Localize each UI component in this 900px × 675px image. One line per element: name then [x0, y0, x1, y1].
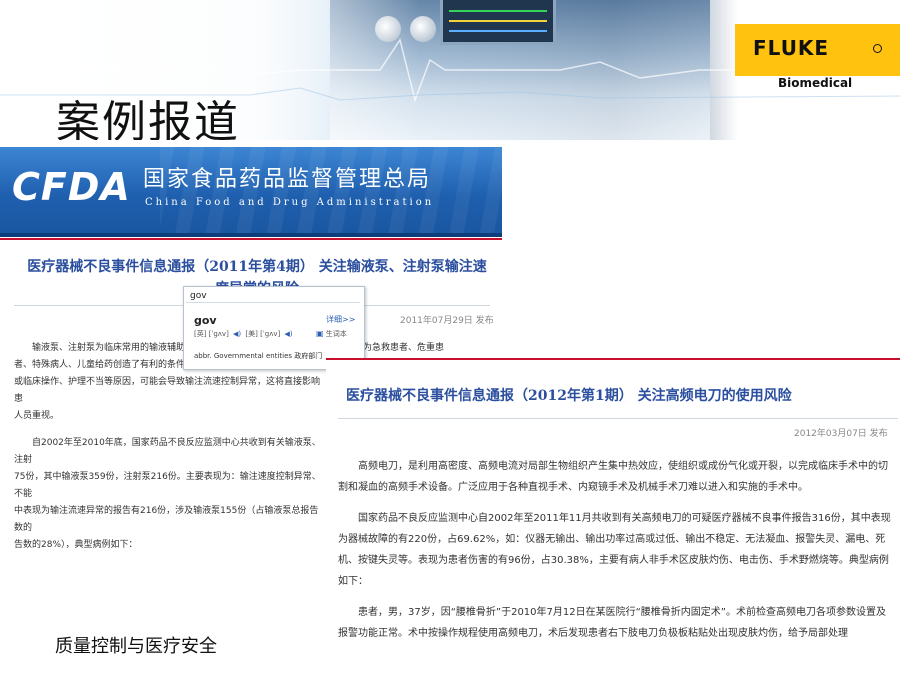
dictionary-search-input[interactable]: gov: [186, 289, 360, 303]
article2-divider: [338, 418, 898, 419]
phonetic-uk: [英] [ˈgʌv]: [194, 330, 229, 338]
article1-body: 输液泵、注射泵为临床常用的输液辅助设备 者、特殊病人、儿童给药创造了有利的条件，…: [14, 340, 326, 554]
article1-line: 人员重视。: [14, 411, 60, 421]
article1-line: 或临床操作、护理不当等原因，可能会导致输注流速控制异常，这将直接影响患: [14, 377, 321, 404]
dictionary-phonetics: [英] [ˈgʌv] ◀) [美] [ˈgʌv] ◀): [194, 329, 295, 339]
article2-paragraph: 高频电刀，是利用高密度、高频电流对局部生物组织产生集中热效应，使组织或成份气化或…: [338, 461, 888, 493]
article1-line: 自2002年至2010年底，国家药品不良反应监测中心共收到有关输液泵、注射: [14, 438, 321, 465]
red-divider: [0, 238, 502, 240]
article1-line: 75份，其中输液泵359份，注射泵216份。主要表现为：输注速度控制异常、不能: [14, 472, 321, 499]
logo-wordmark: FLUKE: [753, 36, 830, 60]
slide-title: 案例报道: [56, 97, 240, 140]
cfda-logo: CFDA: [12, 165, 131, 209]
article1-line: 中表现为输注流速异常的报告有216份，涉及输液泵155份（占输液泵总报告数的: [14, 506, 319, 533]
cfda-name-en: China Food and Drug Administration: [145, 197, 435, 208]
cfda-name-cn: 国家食品药品监督管理总局: [143, 167, 432, 192]
dictionary-headword: gov: [194, 314, 217, 327]
speaker-icon[interactable]: ◀): [284, 330, 292, 338]
article2-paragraph: 患者，男，37岁，因“腰椎骨折”于2010年7月12日在某医院行“腰椎骨折内固定…: [338, 607, 886, 639]
cfda-banner: CFDA 国家食品药品监督管理总局 China Food and Drug Ad…: [0, 147, 502, 237]
wordbook-button[interactable]: ▣ 生词本: [316, 329, 347, 339]
dictionary-more-link[interactable]: 详细>>: [326, 314, 355, 325]
article2-headline[interactable]: 医疗器械不良事件信息通报（2012年第1期） 关注高频电刀的使用风险: [346, 385, 900, 405]
wordbook-icon: ▣: [316, 329, 324, 338]
article2-date: 2012年03月07日 发布: [794, 429, 888, 439]
article1-date: 2011年07月29日 发布: [400, 316, 494, 326]
article2-paragraph: 国家药品不良反应监测中心自2002年至2011年11月共收到有关高频电刀的可疑医…: [338, 513, 891, 587]
article2-body: 高频电刀，是利用高密度、高频电流对局部生物组织产生集中热效应，使组织或成份气化或…: [338, 456, 894, 654]
dictionary-definition: abbr. Governmental entities 政府部门: [194, 352, 323, 360]
article1-line: 告数的28%），典型病例如下：: [14, 540, 138, 550]
logo-subtitle: Biomedical: [778, 76, 853, 90]
wordbook-label: 生词本: [325, 330, 347, 338]
speaker-icon[interactable]: ◀): [233, 330, 241, 338]
fluke-logo: FLUKE: [735, 24, 900, 76]
slide-caption: 质量控制与医疗安全: [55, 636, 217, 657]
phonetic-us: [美] [ˈgʌv]: [245, 330, 281, 338]
article2-panel: 医疗器械不良事件信息通报（2012年第1期） 关注高频电刀的使用风险 2012年…: [326, 360, 900, 675]
registered-mark-icon: [873, 44, 882, 53]
